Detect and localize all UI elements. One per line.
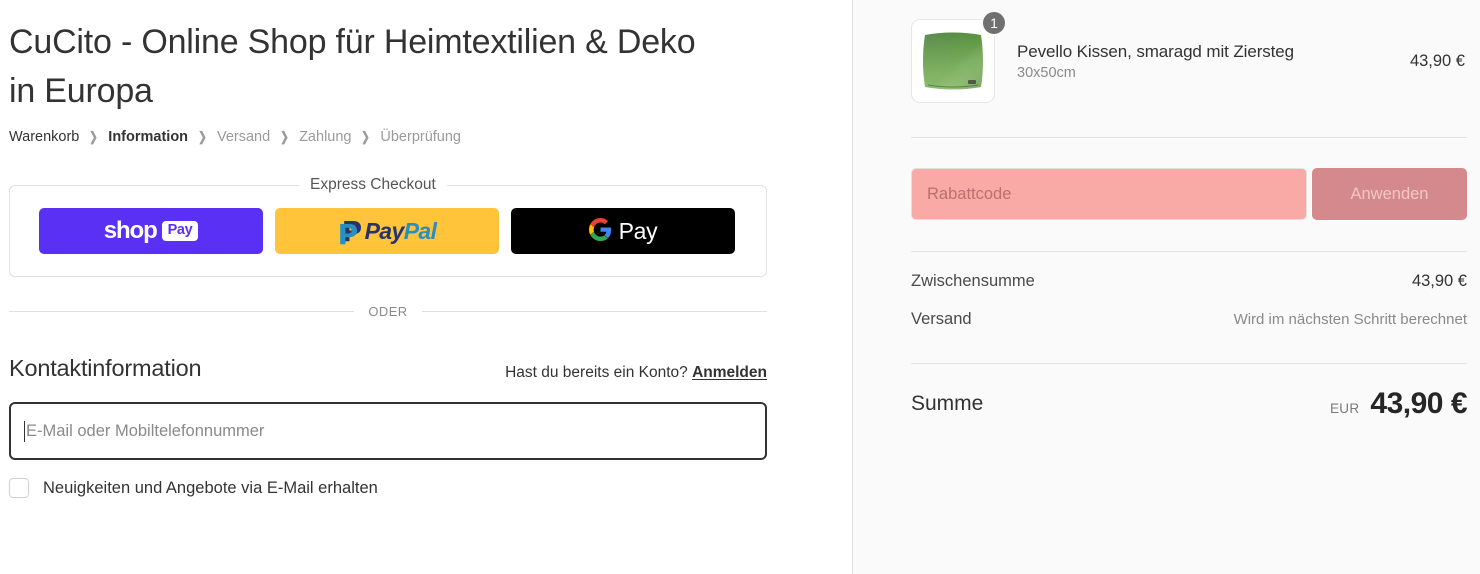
breadcrumb-item-versand: Versand — [216, 129, 271, 145]
grand-total-label: Summe — [911, 392, 984, 415]
discount-code-input[interactable]: Rabattcode — [911, 168, 1307, 220]
currency-code: EUR — [1330, 401, 1360, 416]
paypal-word-pay: Pay — [364, 217, 405, 244]
order-totals: Zwischensumme 43,90 € Versand Wird im nä… — [911, 252, 1467, 348]
chevron-right-icon: ❯ — [361, 129, 371, 144]
shipping-row: Versand Wird im nächsten Schritt berechn… — [911, 310, 1467, 348]
shop-pay-wordmark: shop — [103, 217, 158, 244]
grand-total-row: Summe EUR 43,90 € — [911, 364, 1467, 421]
shipping-value: Wird im nächsten Schritt berechnet — [1233, 311, 1467, 328]
chevron-right-icon: ❯ — [280, 129, 289, 144]
login-link[interactable]: Anmelden — [692, 364, 767, 381]
checkout-main-column: CuCito - Online Shop für Heimtextilien &… — [0, 0, 853, 574]
express-checkout-buttons: shop Pay P P PayPal Pay — [10, 194, 766, 254]
or-divider-label: ODER — [368, 304, 408, 319]
login-prompt: Hast du bereits ein Konto? Anmelden — [505, 364, 767, 382]
google-g-icon — [588, 218, 612, 244]
order-line-item: 1 Pevello Kissen, smaragd mit Ziersteg 3… — [911, 10, 1467, 104]
text-caret — [24, 420, 25, 442]
paypal-wordmark: PayPal — [365, 218, 437, 245]
subtotal-label: Zwischensumme — [911, 272, 1035, 290]
newsletter-row[interactable]: Neuigkeiten und Angebote via E-Mail erha… — [9, 478, 767, 498]
paypal-p-monogram-icon: P P — [337, 214, 363, 251]
breadcrumb: Warenkorb ❯ Information ❯ Versand ❯ Zahl… — [9, 127, 767, 147]
order-summary-panel: 1 Pevello Kissen, smaragd mit Ziersteg 3… — [853, 0, 1480, 574]
breadcrumb-item-warenkorb[interactable]: Warenkorb — [9, 129, 79, 145]
or-divider: ODER — [9, 304, 768, 319]
product-details: Pevello Kissen, smaragd mit Ziersteg 30x… — [995, 42, 1410, 81]
email-input[interactable]: E-Mail oder Mobiltelefonnummer — [9, 402, 767, 460]
google-pay-wordmark: Pay — [618, 217, 658, 244]
divider-line-left — [9, 311, 355, 312]
product-price: 43,90 € — [1409, 51, 1465, 70]
express-checkout-label: Express Checkout — [310, 176, 436, 193]
shipping-label: Versand — [911, 310, 972, 328]
email-input-placeholder: E-Mail oder Mobiltelefonnummer — [26, 421, 265, 440]
breadcrumb-item-information[interactable]: Information — [108, 129, 188, 145]
subtotal-row: Zwischensumme 43,90 € — [911, 272, 1467, 310]
chevron-right-icon: ❯ — [89, 129, 99, 144]
paypal-button[interactable]: P P PayPal — [275, 208, 499, 254]
product-title: Pevello Kissen, smaragd mit Ziersteg — [1017, 41, 1295, 61]
newsletter-checkbox[interactable] — [9, 478, 29, 498]
page-title: CuCito - Online Shop für Heimtextilien &… — [9, 23, 696, 110]
contact-information-title: Kontaktinformation — [9, 355, 202, 381]
shop-pay-badge: Pay — [161, 221, 199, 241]
apply-discount-button[interactable]: Anwenden — [1312, 168, 1467, 220]
grand-total-amount-group: EUR 43,90 € — [1330, 387, 1467, 421]
newsletter-label: Neuigkeiten und Angebote via E-Mail erha… — [43, 478, 378, 497]
green-velvet-cushion-image — [923, 32, 983, 90]
discount-code-placeholder: Rabattcode — [927, 184, 1012, 203]
google-pay-button[interactable]: Pay — [511, 208, 735, 254]
shop-pay-button[interactable]: shop Pay — [39, 208, 263, 254]
chevron-right-icon: ❯ — [198, 129, 207, 144]
product-thumbnail — [911, 19, 995, 103]
summary-divider-1 — [911, 137, 1467, 138]
breadcrumb-item-ueberpruefung: Überprüfung — [380, 129, 461, 145]
shop-pay-logo: shop Pay — [104, 217, 199, 245]
divider-line-right — [421, 311, 768, 312]
grand-total-amount: 43,90 € — [1370, 387, 1467, 420]
discount-code-row: Rabattcode Anwenden — [911, 168, 1467, 220]
google-pay-logo: Pay — [588, 217, 658, 245]
product-thumbnail-wrapper: 1 — [911, 10, 1007, 103]
quantity-badge: 1 — [981, 10, 1007, 36]
paypal-word-pal: Pal — [403, 217, 437, 244]
product-variant: 30x50cm — [1017, 64, 1076, 81]
breadcrumb-item-zahlung: Zahlung — [299, 129, 352, 145]
subtotal-value: 43,90 € — [1411, 272, 1467, 290]
contact-section-header: Kontaktinformation Hast du bereits ein K… — [9, 355, 767, 382]
checkout-page: CuCito - Online Shop für Heimtextilien &… — [0, 0, 1480, 574]
paypal-logo: P P PayPal — [337, 214, 437, 251]
express-checkout-section: Express Checkout shop Pay P P PayPal Pay — [9, 176, 767, 277]
login-prompt-text: Hast du bereits ein Konto? — [505, 364, 688, 381]
